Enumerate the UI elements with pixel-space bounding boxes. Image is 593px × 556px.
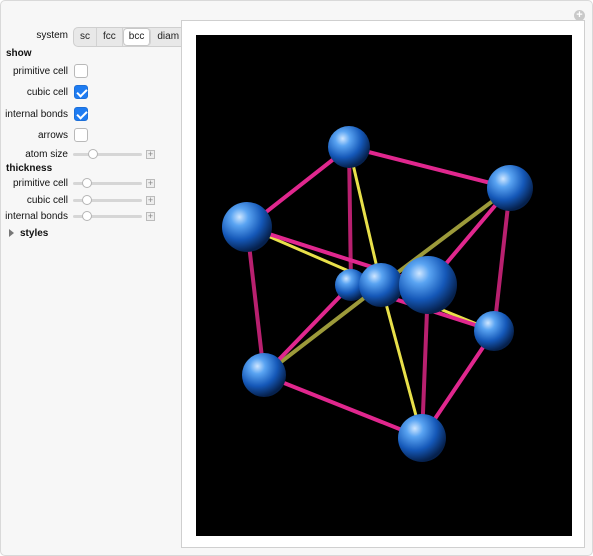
chevron-right-icon[interactable] xyxy=(9,229,14,237)
atom xyxy=(222,202,272,252)
cubic-cell-label: cubic cell xyxy=(26,87,68,98)
plus-box-icon[interactable]: + xyxy=(146,179,155,188)
thickness-primitive-thumb[interactable] xyxy=(81,178,92,188)
atom-size-slider-thumb[interactable] xyxy=(87,149,98,159)
primitive-cell-label: primitive cell xyxy=(12,66,68,77)
plus-box-icon[interactable]: + xyxy=(146,212,155,221)
atom-size-label: atom size xyxy=(25,149,68,160)
plus-box-icon[interactable]: + xyxy=(146,196,155,205)
arrows-checkbox[interactable] xyxy=(74,128,88,142)
center-atom xyxy=(359,263,403,307)
atom xyxy=(328,126,370,168)
thickness-primitive-slider[interactable] xyxy=(73,178,142,188)
primitive-cell-checkbox[interactable] xyxy=(74,64,88,78)
internal-bonds-label: internal bonds xyxy=(5,109,68,120)
crystal-3d-view[interactable] xyxy=(196,35,572,536)
thickness-internal-slider[interactable] xyxy=(73,211,142,221)
system-option-diam[interactable]: diam xyxy=(151,28,185,46)
thickness-internal-thumb[interactable] xyxy=(81,211,92,221)
internal-bonds-checkbox[interactable] xyxy=(74,107,88,121)
bcc-lattice-graphic xyxy=(222,126,533,462)
system-label: system xyxy=(36,30,68,41)
plus-box-icon[interactable]: + xyxy=(146,150,155,159)
thickness-internal-label: internal bonds xyxy=(5,211,68,222)
atom xyxy=(487,165,533,211)
thickness-cubic-slider[interactable] xyxy=(73,195,142,205)
thickness-primitive-label: primitive cell xyxy=(12,178,68,189)
atom-size-slider[interactable] xyxy=(73,149,142,159)
system-option-fcc[interactable]: fcc xyxy=(97,28,123,46)
atom xyxy=(399,256,457,314)
cubic-cell-checkbox[interactable] xyxy=(74,85,88,99)
cubic-bond xyxy=(262,373,424,440)
cubic-bond xyxy=(347,145,512,190)
thickness-heading: thickness xyxy=(6,163,53,174)
system-segmented-control[interactable]: sc fcc bcc diam xyxy=(73,27,187,47)
controls-panel: system sc fcc bcc diam show primitive ce… xyxy=(0,0,187,554)
thickness-cubic-label: cubic cell xyxy=(26,195,68,206)
thickness-cubic-thumb[interactable] xyxy=(81,195,92,205)
atom xyxy=(242,353,286,397)
internal-bond xyxy=(262,283,383,377)
show-heading: show xyxy=(6,48,32,59)
atom xyxy=(474,311,514,351)
system-option-bcc[interactable]: bcc xyxy=(122,28,152,46)
arrows-label: arrows xyxy=(37,130,68,141)
atom xyxy=(398,414,446,462)
styles-toggle[interactable]: styles xyxy=(20,228,48,239)
system-option-sc[interactable]: sc xyxy=(74,28,97,46)
